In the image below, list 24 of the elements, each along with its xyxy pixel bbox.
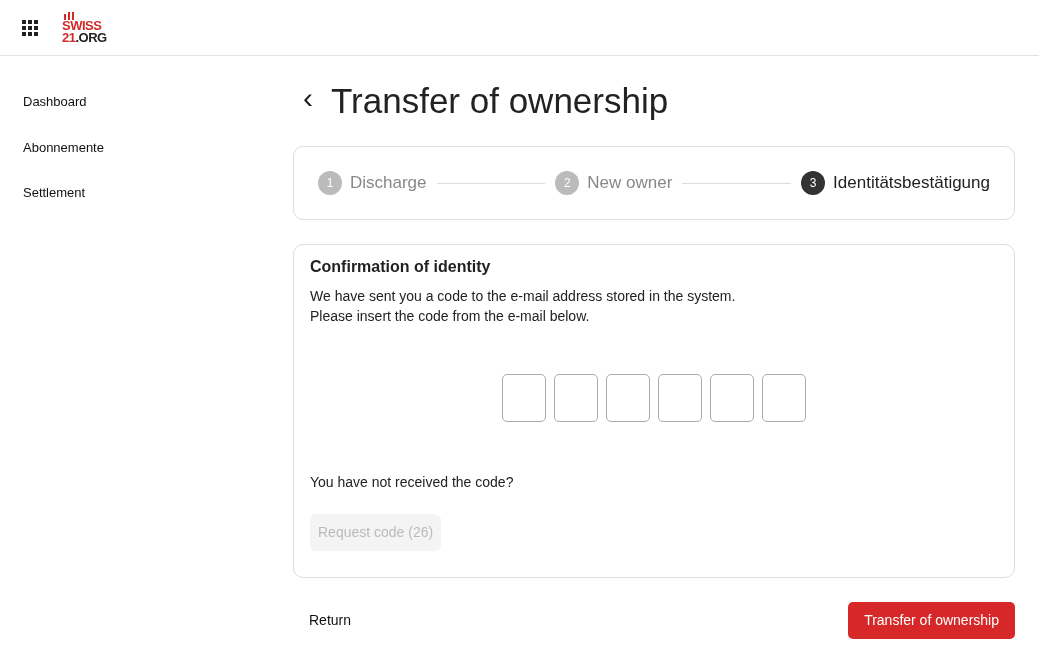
step-number: 1 xyxy=(318,171,342,195)
page-title: Transfer of ownership xyxy=(331,80,669,122)
back-button[interactable]: ‹ xyxy=(293,83,323,119)
step-label: Identitätsbestätigung xyxy=(833,172,990,195)
sidebar-item[interactable]: Dashboard xyxy=(23,92,270,112)
return-button[interactable]: Return xyxy=(293,602,368,639)
app-grid-icon[interactable] xyxy=(22,19,38,36)
code-digit-field[interactable] xyxy=(554,374,598,423)
step-label: Discharge xyxy=(350,172,427,195)
card-heading: Confirmation of identity xyxy=(310,257,492,277)
step-label: New owner xyxy=(587,172,673,195)
resend-prompt: You have not received the code? xyxy=(310,473,515,493)
transfer-button[interactable]: Transfer of ownership xyxy=(848,602,1015,639)
instruction-text: We have sent you a code to the e-mail address stored in the system. Please insert the code from the e-mail below. xyxy=(310,287,737,327)
code-digit-field[interactable] xyxy=(658,374,702,423)
logo: SWISS 21.ORG xyxy=(62,11,107,44)
step-number: 2 xyxy=(555,171,580,195)
code-digit-field[interactable] xyxy=(710,374,754,423)
code-digit-field[interactable] xyxy=(502,374,546,423)
code-digit-field[interactable] xyxy=(762,374,806,423)
sidebar-item[interactable]: Settlement xyxy=(23,183,270,203)
code-digit-field[interactable] xyxy=(606,374,650,423)
step-number: 3 xyxy=(801,171,826,195)
sidebar-item[interactable]: Abonnemente xyxy=(23,137,270,157)
